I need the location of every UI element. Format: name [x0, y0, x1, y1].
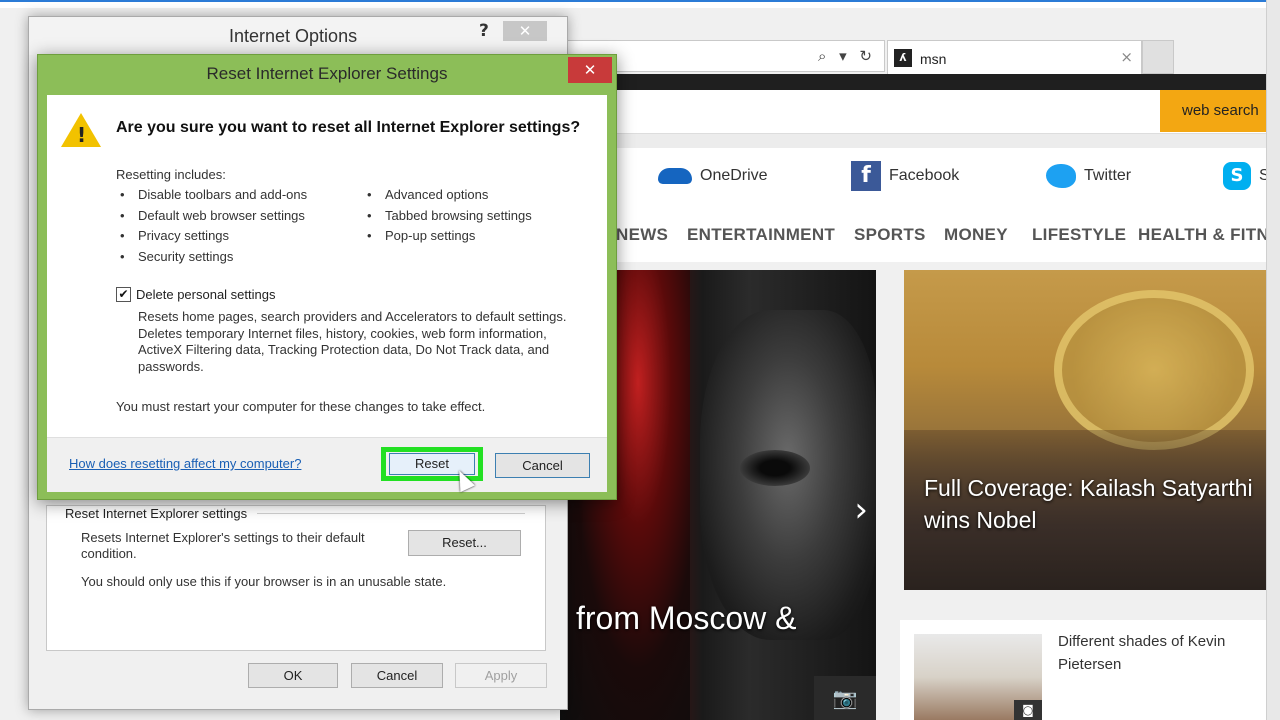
new-tab-button[interactable]: [1142, 40, 1174, 74]
browser-top-strip: [0, 0, 1280, 8]
msn-social-links: OneDrive f Facebook Twitter S S: [560, 148, 1270, 206]
msn-category-nav: NEWS ENTERTAINMENT SPORTS MONEY LIFESTYL…: [560, 206, 1280, 262]
hero-caption[interactable]: l from Moscow &: [560, 600, 876, 637]
reset-dialog-body: ! Are you sure you want to reset all Int…: [47, 95, 607, 437]
delete-personal-settings-row[interactable]: ✔ Delete personal settings: [116, 287, 275, 302]
internet-options-title: Internet Options: [229, 26, 358, 46]
facebook-label: Facebook: [889, 167, 960, 184]
twitter-link[interactable]: Twitter: [1046, 160, 1131, 192]
nav-health-fitness[interactable]: HEALTH & FITNE: [1138, 225, 1280, 245]
twitter-label: Twitter: [1084, 167, 1132, 184]
list-item: Advanced options: [363, 185, 532, 206]
delete-personal-checkbox[interactable]: ✔: [116, 287, 131, 302]
reset-ie-settings-dialog: Reset Internet Explorer Settings ✕ ! Are…: [37, 54, 617, 500]
onedrive-icon: [658, 168, 692, 184]
list-item: Pop-up settings: [363, 226, 532, 247]
msn-search-bar[interactable]: web search: [560, 90, 1266, 134]
hero-image-eye: [740, 450, 810, 486]
onedrive-label: OneDrive: [700, 167, 768, 184]
browser-scrollbar[interactable]: [1266, 0, 1280, 720]
list-item: Privacy settings: [116, 226, 307, 247]
reset-dialog-close-icon[interactable]: ✕: [568, 57, 612, 83]
tab-close-icon[interactable]: ×: [1120, 48, 1133, 66]
reset-group-title: Reset Internet Explorer settings: [65, 506, 254, 521]
close-icon[interactable]: ✕: [503, 21, 547, 41]
camera-icon: 📷: [814, 676, 876, 720]
msn-header-bar: [560, 74, 1266, 90]
group-divider: [257, 513, 525, 514]
reset-dialog-footer: How does resetting affect my computer? R…: [47, 437, 607, 492]
web-search-button[interactable]: web search: [1160, 90, 1266, 132]
help-icon[interactable]: ?: [479, 21, 489, 41]
secondary-story-card[interactable]: ◙ Different shades of Kevin Pietersen: [900, 620, 1266, 720]
onedrive-link[interactable]: OneDrive: [658, 160, 768, 192]
warning-icon-mark: !: [77, 123, 87, 147]
restart-note: You must restart your computer for these…: [116, 399, 486, 414]
delete-personal-description: Resets home pages, search providers and …: [138, 309, 567, 374]
facebook-link[interactable]: f Facebook: [851, 160, 959, 192]
nav-news[interactable]: NEWS: [616, 225, 668, 245]
list-item: Tabbed browsing settings: [363, 206, 532, 227]
ok-button[interactable]: OK: [248, 663, 338, 688]
open-reset-button[interactable]: Reset...: [408, 530, 521, 556]
featured-story-caption[interactable]: Full Coverage: Kailash Satyarthi wins No…: [924, 472, 1264, 536]
nav-money[interactable]: MONEY: [944, 225, 1008, 245]
tab-title: msn: [920, 51, 947, 67]
un-emblem-image: [1054, 290, 1254, 450]
list-item: Default web browser settings: [116, 206, 307, 227]
nav-entertainment[interactable]: ENTERTAINMENT: [687, 225, 835, 245]
list-item: Disable toolbars and add-ons: [116, 185, 307, 206]
reset-confirm-heading: Are you sure you want to reset all Inter…: [116, 119, 581, 136]
skype-icon: S: [1223, 162, 1251, 190]
reset-description: Resets Internet Explorer's settings to t…: [81, 530, 365, 561]
featured-story-card[interactable]: Full Coverage: Kailash Satyarthi wins No…: [904, 270, 1266, 590]
facebook-icon: f: [851, 161, 881, 191]
delete-personal-label[interactable]: Delete personal settings: [136, 287, 275, 302]
reset-dialog-title: Reset Internet Explorer Settings: [206, 64, 448, 83]
browser-tab-msn[interactable]: ʎ msn ×: [887, 40, 1142, 74]
thumbnail-camera-icon: ◙: [1014, 700, 1042, 720]
includes-list-left: Disable toolbars and add-ons Default web…: [116, 185, 307, 267]
apply-button[interactable]: Apply: [455, 663, 547, 688]
nav-lifestyle[interactable]: LIFESTYLE: [1032, 225, 1126, 245]
help-link[interactable]: How does resetting affect my computer?: [69, 456, 301, 471]
reset-settings-group: Reset Internet Explorer settings Resets …: [46, 505, 546, 651]
msn-divider-band: [560, 134, 1266, 148]
nav-sports[interactable]: SPORTS: [854, 225, 926, 245]
skype-link[interactable]: S S: [1223, 160, 1270, 192]
address-bar-icons[interactable]: ⌕ ▾ ↻: [818, 47, 876, 65]
secondary-story-title[interactable]: Different shades of Kevin Pietersen: [1058, 630, 1258, 676]
includes-list-right: Advanced options Tabbed browsing setting…: [363, 185, 532, 247]
internet-options-titlebar: Internet Options ? ✕: [29, 17, 567, 55]
resetting-includes-label: Resetting includes:: [116, 167, 226, 182]
reset-cancel-button[interactable]: Cancel: [495, 453, 590, 478]
hero-next-arrow-icon[interactable]: ›: [854, 490, 868, 530]
list-item: Security settings: [116, 247, 307, 268]
reset-warning: You should only use this if your browser…: [81, 574, 447, 589]
twitter-icon: [1046, 164, 1076, 188]
cancel-button[interactable]: Cancel: [351, 663, 443, 688]
msn-favicon-icon: ʎ: [894, 49, 912, 67]
